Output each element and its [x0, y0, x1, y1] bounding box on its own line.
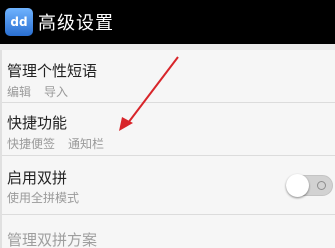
- annotation-arrow: [119, 56, 179, 131]
- arrow-line: [127, 56, 179, 124]
